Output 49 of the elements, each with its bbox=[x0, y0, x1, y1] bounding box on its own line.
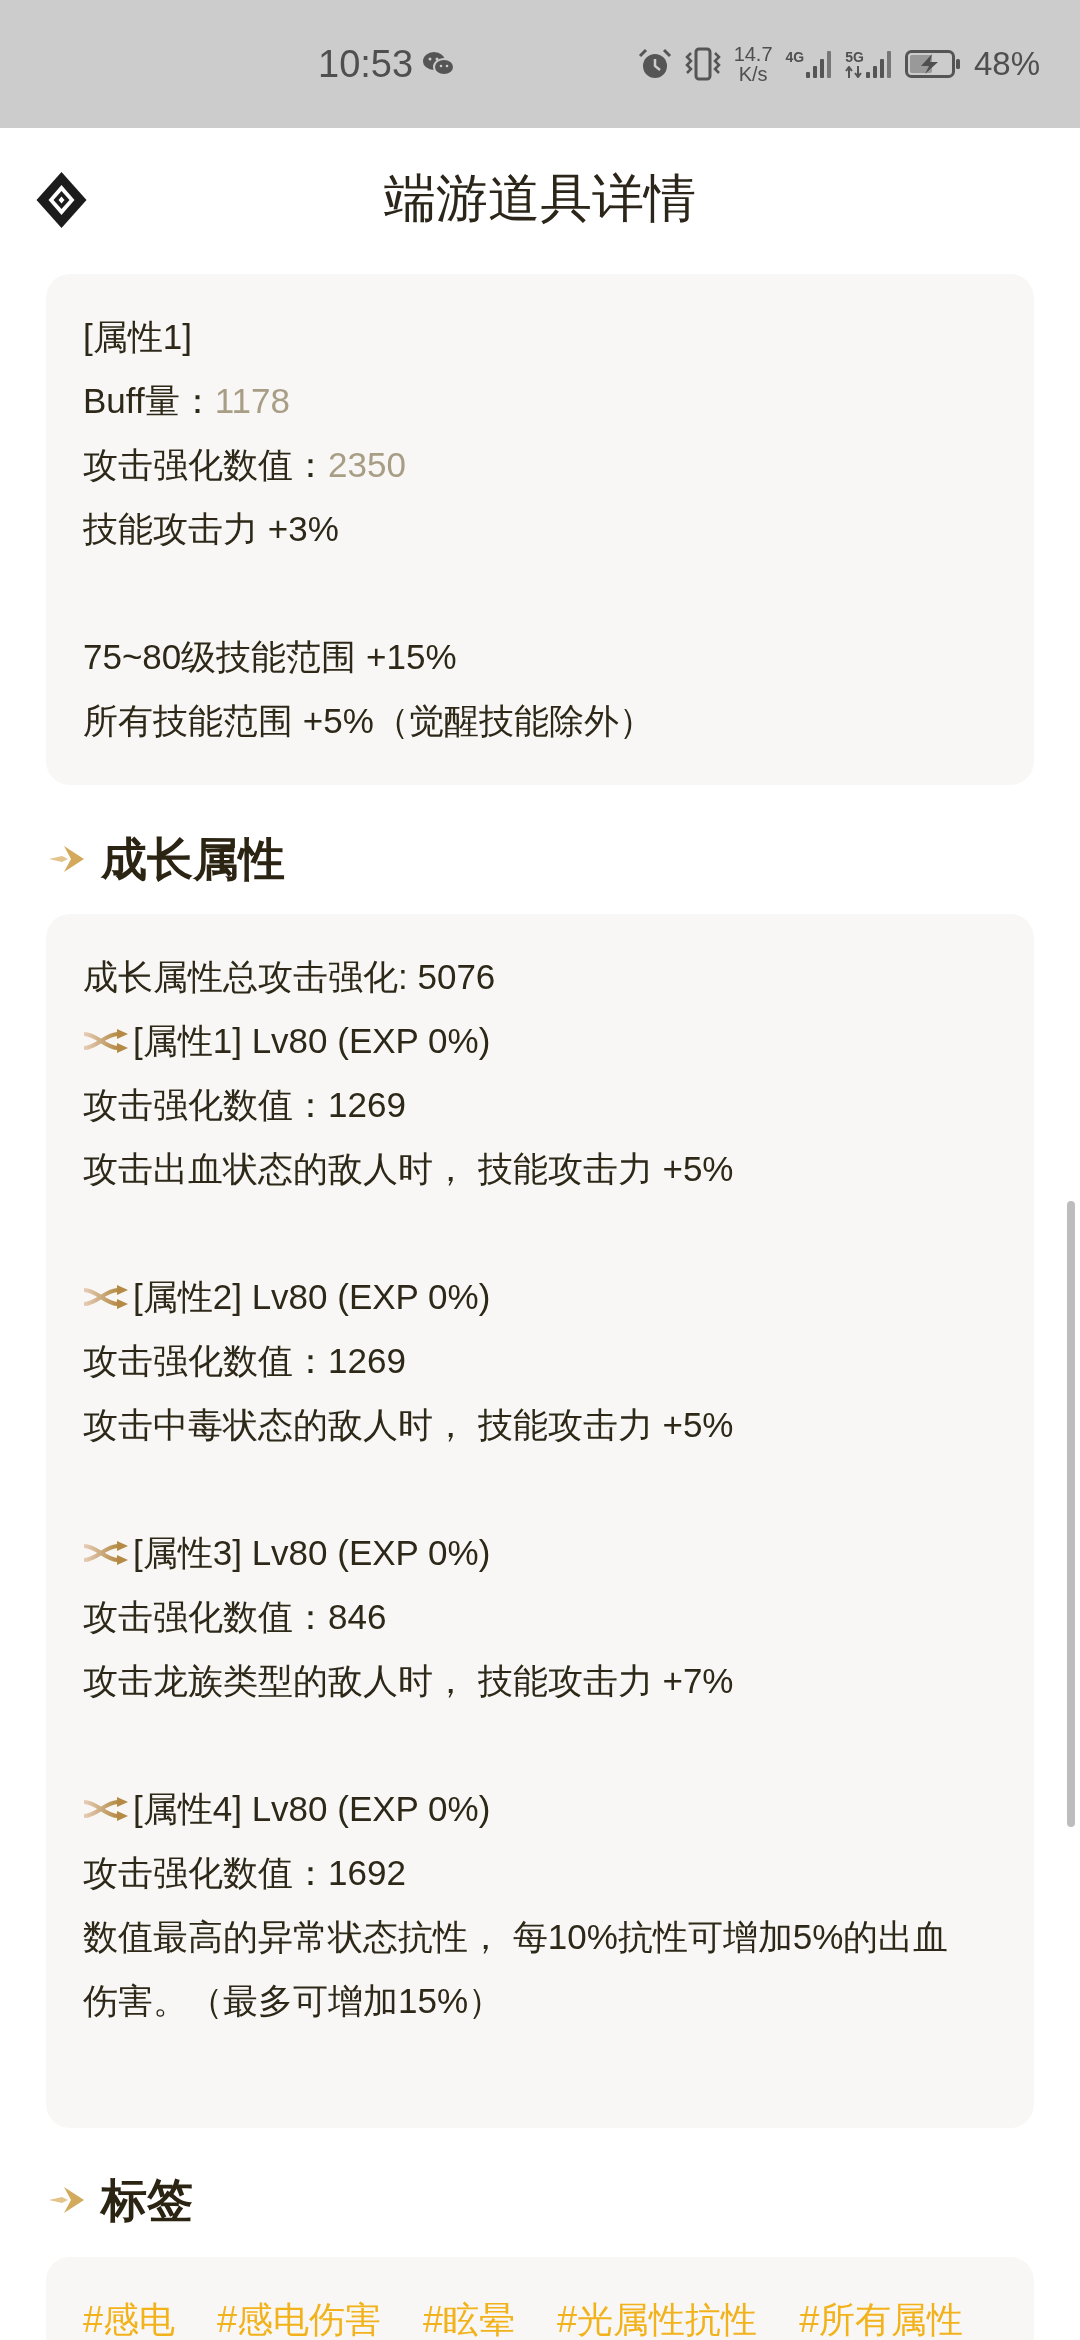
signal-bars-icon bbox=[806, 50, 833, 78]
section-title: 成长属性 bbox=[101, 832, 285, 887]
option-line: 攻击中毒状态的敌人时， 技能攻击力 +5% bbox=[83, 1404, 735, 1446]
network-type-label: 5G bbox=[845, 50, 864, 64]
network-type-label: 4G bbox=[785, 50, 805, 64]
clock-time: 10:53 bbox=[318, 42, 414, 86]
data-arrows-icon bbox=[845, 66, 864, 78]
option-title: [属性1] Lv80 (EXP 0%) bbox=[133, 1020, 491, 1062]
signal-bars-icon bbox=[865, 50, 892, 78]
app-logo-icon bbox=[36, 172, 87, 228]
option-title: [属性4] Lv80 (EXP 0%) bbox=[133, 1788, 491, 1830]
hashtag-link[interactable]: #感电伤害 bbox=[217, 2300, 382, 2340]
option-line: 攻击龙族类型的敌人时， 技能攻击力 +7% bbox=[83, 1660, 735, 1702]
stat-value: 2350 bbox=[328, 444, 406, 486]
shuffle-icon bbox=[83, 1029, 129, 1053]
stat-label: 攻击强化数值： bbox=[83, 444, 328, 486]
stat-label: Buff量： bbox=[83, 380, 215, 422]
option-line: 攻击强化数值：1692 bbox=[83, 1852, 407, 1894]
option-line: 攻击强化数值：846 bbox=[83, 1596, 388, 1638]
option-title: [属性3] Lv80 (EXP 0%) bbox=[133, 1532, 491, 1574]
growth-summary: 成长属性总攻击强化: 5076 bbox=[83, 956, 497, 998]
network-speed-value: 14.7 bbox=[733, 44, 773, 64]
hashtag-link[interactable]: #感电 bbox=[83, 2300, 176, 2340]
stat-value: 1178 bbox=[214, 380, 290, 422]
arrow-icon bbox=[49, 2185, 85, 2215]
option-line: 攻击强化数值：1269 bbox=[83, 1340, 407, 1382]
attribute-line: [属性1] bbox=[83, 316, 193, 358]
page-title: 端游道具详情 bbox=[384, 168, 696, 229]
option-line: 攻击强化数值：1269 bbox=[83, 1084, 407, 1126]
shuffle-icon bbox=[83, 1541, 129, 1565]
option-line: 数值最高的异常状态抗性， 每10%抗性可增加5%的出血伤害。（最多可增加15%） bbox=[83, 1916, 950, 2022]
shuffle-icon bbox=[83, 1797, 129, 1821]
vibrate-icon bbox=[684, 47, 721, 81]
attribute-line: 所有技能范围 +5%（觉醒技能除外） bbox=[83, 700, 655, 742]
hashtag-link[interactable]: #眩晕 bbox=[423, 2300, 516, 2340]
alarm-clock-icon bbox=[637, 48, 672, 80]
shuffle-icon bbox=[83, 1285, 129, 1309]
attribute-line: 75~80级技能范围 +15% bbox=[83, 636, 458, 678]
option-title: [属性2] Lv80 (EXP 0%) bbox=[133, 1276, 491, 1318]
chat-bubbles-icon bbox=[423, 51, 455, 77]
hashtag-link[interactable]: #光属性抗性 bbox=[557, 2300, 758, 2340]
hashtag-link[interactable]: #所有属性 bbox=[799, 2300, 964, 2340]
battery-percent: 48% bbox=[973, 44, 1040, 84]
battery-charging-icon bbox=[904, 50, 961, 78]
attribute-line: 技能攻击力 +3% bbox=[83, 508, 340, 550]
section-title: 标签 bbox=[101, 2173, 193, 2228]
option-line: 攻击出血状态的敌人时， 技能攻击力 +5% bbox=[83, 1148, 735, 1190]
network-speed-unit: K/s bbox=[738, 64, 768, 84]
arrow-icon bbox=[49, 844, 85, 874]
